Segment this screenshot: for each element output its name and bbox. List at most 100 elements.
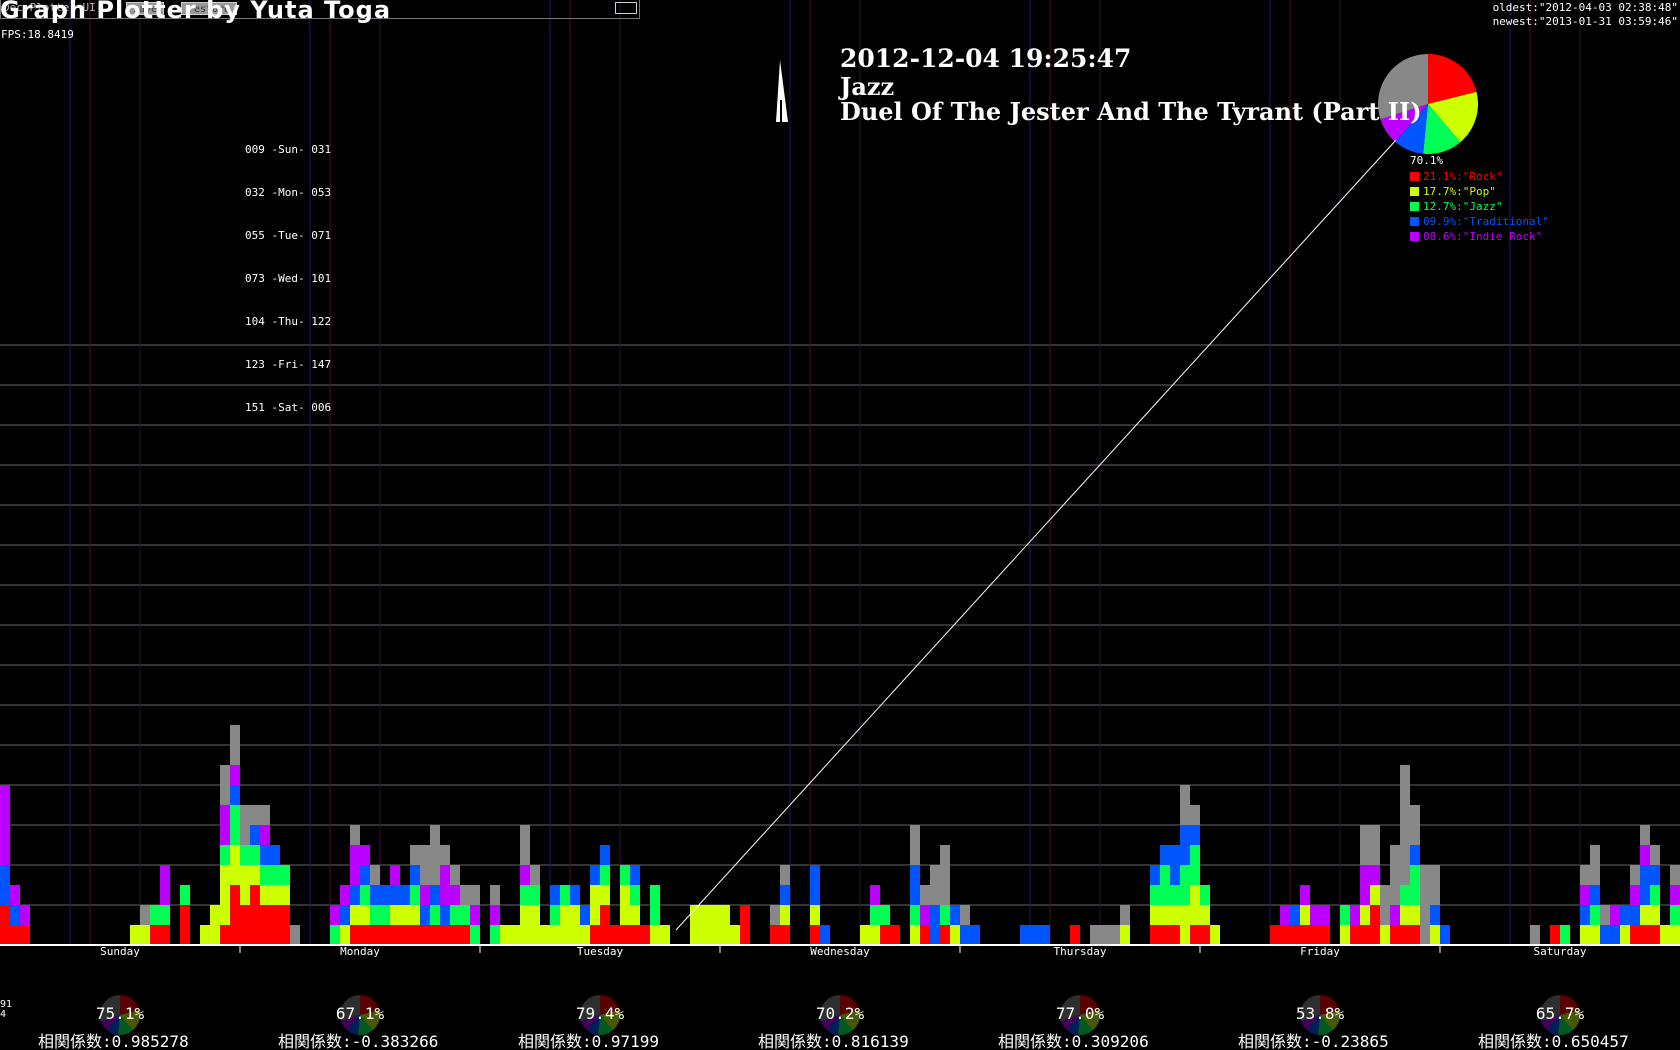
bar-segment-rock <box>920 925 930 945</box>
bar-segment-traditional <box>580 905 590 925</box>
bar-segment-jazz <box>1400 885 1410 905</box>
bar-segment-traditional <box>250 825 260 845</box>
bar-segment-other <box>1530 925 1540 945</box>
bar-segment-jazz <box>230 805 240 845</box>
bar-segment-rock <box>240 905 250 945</box>
x-tick-label: Tuesday <box>576 945 624 958</box>
bar-segment-jazz <box>620 865 630 885</box>
app-title: Graph Plotter by Yuta Toga <box>0 0 392 24</box>
bar-segment-rock <box>20 925 30 945</box>
bar-segment-traditional <box>1650 865 1660 885</box>
bar-segment-other <box>780 865 790 885</box>
bar-segment-pop <box>530 905 540 945</box>
bar-segment-jazz <box>600 865 610 885</box>
bar-segment-rock <box>1160 925 1170 945</box>
bar-segment-jazz <box>550 905 560 925</box>
day-correlation: 相関係数:0.816139 <box>758 1032 909 1050</box>
bar-segment-indie-rock <box>1320 905 1330 925</box>
bar-segment-pop <box>870 925 880 945</box>
day-percent: 53.8% <box>1295 1004 1345 1023</box>
legend-entry: 17.7%:"Pop" <box>1410 184 1549 199</box>
bar-segment-other <box>1390 845 1400 905</box>
bar-segment-rock <box>1280 925 1290 945</box>
bar-segment-other <box>1190 805 1200 825</box>
bar-segment-other <box>240 805 250 845</box>
bar-segment-pop <box>1210 925 1220 945</box>
bar-segment-rock <box>220 925 230 945</box>
bar-segment-other <box>520 825 530 865</box>
bar-segment-traditional <box>380 885 390 905</box>
bar-segment-traditional <box>270 845 280 865</box>
bar-segment-pop <box>1620 925 1630 945</box>
day-range-3: 073 -Wed- 101 <box>245 272 332 285</box>
bar-segment-traditional <box>1040 925 1050 945</box>
bar-segment-rock <box>810 925 820 945</box>
bar-segment-rock <box>410 925 420 945</box>
window-toggle-icon[interactable] <box>615 2 637 14</box>
bar-segment-other <box>260 805 270 825</box>
day-range-4: 104 -Thu- 122 <box>245 315 332 328</box>
bar-segment-jazz <box>410 885 420 905</box>
bar-segment-traditional <box>350 885 360 905</box>
legend-swatch <box>1410 217 1419 226</box>
x-tick-label: Thursday <box>1053 945 1107 958</box>
bar-segment-other <box>460 885 470 905</box>
bar-segment-indie-rock <box>350 845 360 885</box>
bar-segment-indie-rock <box>450 885 460 905</box>
bar-segment-other <box>1600 905 1610 925</box>
bar-segment-rock <box>230 885 240 945</box>
bar-segment-pop <box>730 925 740 945</box>
bar-segment-jazz <box>280 865 290 885</box>
bar-segment-traditional <box>1640 865 1650 905</box>
bar-segment-rock <box>420 925 430 945</box>
bar-segment-rock <box>430 925 440 945</box>
bar-segment-traditional <box>1600 925 1610 945</box>
bar-segment-traditional <box>950 905 960 925</box>
bar-segment-pop <box>400 905 410 925</box>
bar-segment-rock <box>280 905 290 945</box>
bar-segment-traditional <box>260 845 270 865</box>
bar-segment-rock <box>1310 925 1320 945</box>
day-range-2: 055 -Tue- 071 <box>245 229 332 242</box>
bar-segment-jazz <box>160 905 170 925</box>
bar-segment-other <box>1650 845 1660 865</box>
bar-segment-rock <box>1370 905 1380 945</box>
bar-segment-traditional <box>340 905 350 925</box>
bar-segment-jazz <box>650 885 660 925</box>
bar-segment-other <box>1120 905 1130 925</box>
bar-segment-rock <box>1170 925 1180 945</box>
bar-segment-traditional <box>1610 925 1620 945</box>
bar-segment-other <box>230 725 240 765</box>
bar-segment-indie-rock <box>330 905 340 925</box>
bar-segment-other <box>470 885 480 905</box>
bar-segment-pop <box>240 865 250 905</box>
bar-segment-jazz <box>910 905 920 925</box>
bar-segment-pop <box>1340 925 1350 945</box>
bar-segment-pop <box>130 925 140 945</box>
legend-swatch <box>1410 187 1419 196</box>
bar-segment-jazz <box>1560 925 1570 945</box>
bar-segment-indie-rock <box>520 865 530 885</box>
bar-segment-rock <box>770 925 780 945</box>
pie-legend: 21.1%:"Rock" 17.7%:"Pop" 12.7%:"Jazz" 09.9%… <box>1410 169 1549 244</box>
bar-segment-pop <box>620 885 630 925</box>
bar-segment-pop <box>550 925 560 945</box>
x-tick-label: Monday <box>340 945 380 958</box>
bar-segment-traditional <box>1160 845 1170 865</box>
bar-segment-jazz <box>460 905 470 925</box>
bar-segment-jazz <box>220 845 230 865</box>
bar-segment-jazz <box>330 925 340 945</box>
bar-segment-traditional <box>10 905 20 925</box>
legend-entry: 21.1%:"Rock" <box>1410 169 1549 184</box>
day-correlation: 相関係数:0.985278 <box>38 1032 189 1050</box>
bar-segment-indie-rock <box>1670 885 1680 905</box>
bar-segment-pop <box>200 925 210 945</box>
bar-segment-jazz <box>360 885 370 905</box>
bar-segment-rock <box>380 925 390 945</box>
bar-segment-rock <box>1070 925 1080 945</box>
bar-segment-pop <box>860 925 870 945</box>
bar-segment-rock <box>1630 925 1640 945</box>
bar-segment-traditional <box>630 865 640 885</box>
bar-segment-indie-rock <box>10 885 20 905</box>
bar-segment-rock <box>1390 925 1400 945</box>
